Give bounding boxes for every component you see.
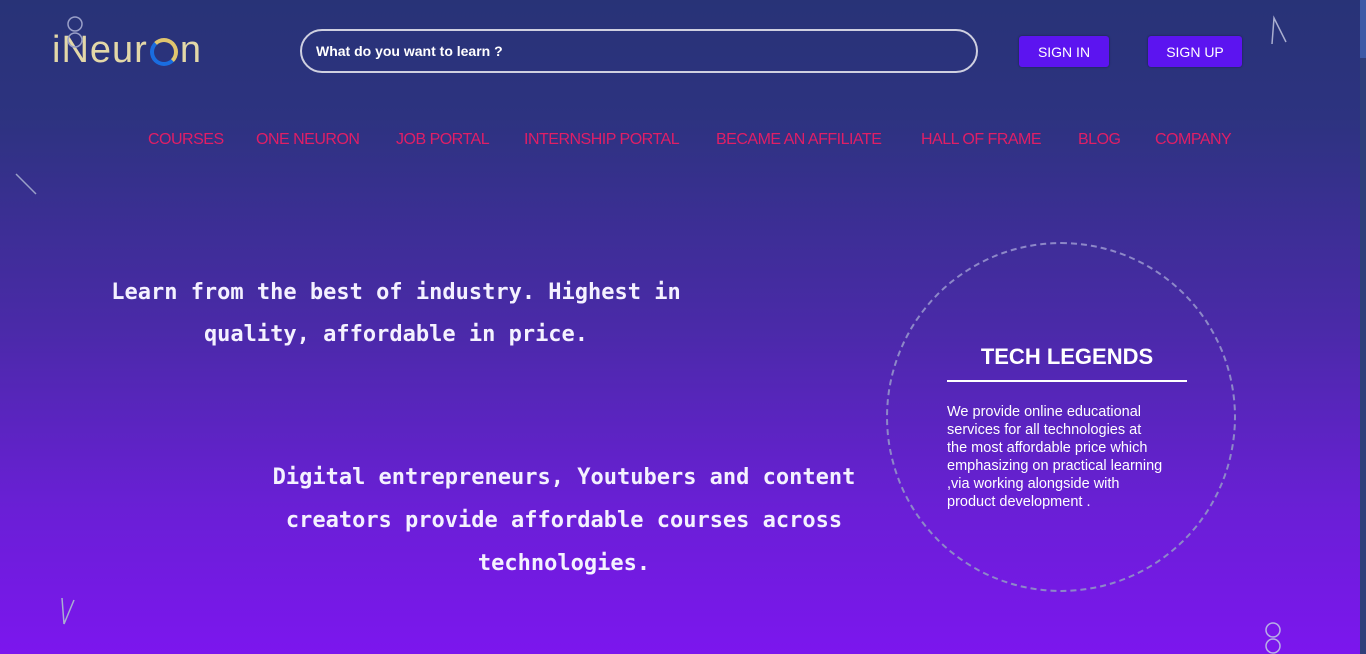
nav-item-company[interactable]: COMPANY xyxy=(1155,131,1232,149)
tech-legends-line-2: services for all technologies at xyxy=(947,422,1142,438)
hero-line-3: Digital entrepreneurs, Youtubers and con… xyxy=(272,465,856,490)
decor-rings-icon xyxy=(1265,622,1281,654)
decor-slash-icon xyxy=(15,173,37,195)
search-input[interactable] xyxy=(300,29,978,73)
nav-item-one-neuron[interactable]: ONE NEURON xyxy=(256,131,360,149)
nav-item-became-an-affiliate[interactable]: BECAME AN AFFILIATE xyxy=(716,131,882,149)
sign-up-button[interactable]: SIGN UP xyxy=(1148,36,1242,67)
tech-legends-line-4: emphasizing on practical learning xyxy=(947,458,1163,474)
page-scrollbar[interactable] xyxy=(1360,0,1366,654)
nav-item-job-portal[interactable]: JOB PORTAL xyxy=(396,131,490,149)
scrollbar-thumb[interactable] xyxy=(1360,0,1366,58)
logo-ring-icon xyxy=(149,38,178,66)
tech-legends-title: TECH LEGENDS xyxy=(980,344,1154,369)
decor-zigzag-icon xyxy=(1271,15,1287,45)
hero-line-1: Learn from the best of industry. Highest… xyxy=(111,280,681,305)
nav-item-hall-of-frame[interactable]: HALL OF FRAME xyxy=(921,131,1042,149)
nav-item-courses[interactable]: COURSES xyxy=(148,131,224,149)
hero-line-4: creators provide affordable courses acro… xyxy=(285,508,843,533)
sign-in-button[interactable]: SIGN IN xyxy=(1019,36,1109,67)
tech-legends-line-5: ,via working alongside with xyxy=(947,476,1120,492)
nav-item-blog[interactable]: BLOG xyxy=(1078,131,1121,149)
tech-legends-description: We provide online educational services f… xyxy=(947,403,1192,511)
tech-legends-line-3: the most affordable price which xyxy=(947,440,1148,456)
main-nav: COURSES ONE NEURON JOB PORTAL INTERNSHIP… xyxy=(0,131,1366,153)
hero-line-2: quality, affordable in price. xyxy=(203,322,589,347)
logo-text-right: n xyxy=(179,28,202,71)
tech-legends-divider xyxy=(947,380,1187,382)
tech-legends-line-1: We provide online educational xyxy=(947,404,1142,420)
decor-zigzag-icon xyxy=(61,597,75,625)
hero-line-5: technologies. xyxy=(477,551,651,576)
nav-item-internship-portal[interactable]: INTERNSHIP PORTAL xyxy=(524,131,680,149)
decor-rings-icon xyxy=(67,16,83,48)
tech-legends-line-6: product development . xyxy=(947,494,1091,510)
